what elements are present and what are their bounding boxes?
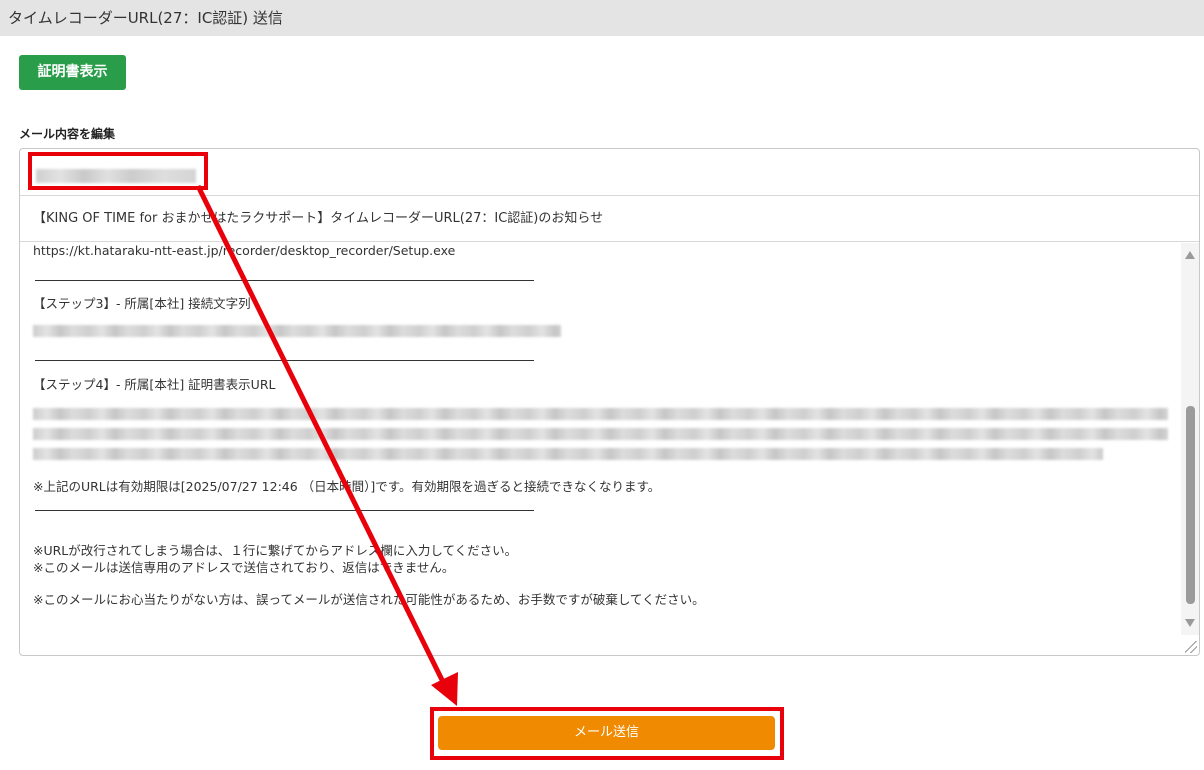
certificate-url-redacted — [33, 408, 1168, 420]
mail-editor: 【KING OF TIME for おまかせはたラクサポート】タイムレコーダーU… — [19, 148, 1200, 656]
scroll-thumb[interactable] — [1186, 406, 1195, 604]
edit-mail-label: メール内容を編集 — [19, 127, 116, 141]
separator-line — [35, 360, 534, 361]
resize-handle-icon[interactable] — [1185, 641, 1197, 653]
step3-heading: 【ステップ3】- 所属[本社] 接続文字列 — [33, 296, 251, 311]
subject-field[interactable]: 【KING OF TIME for おまかせはたラクサポート】タイムレコーダーU… — [20, 196, 1199, 242]
note-no-reply: ※このメールは送信専用のアドレスで送信されており、返信はできません。 — [33, 560, 455, 575]
scroll-down-arrow-icon[interactable] — [1185, 619, 1195, 627]
show-certificate-button[interactable]: 証明書表示 — [19, 55, 126, 90]
separator-line — [35, 280, 534, 281]
expiry-note: ※上記のURLは有効期限は[2025/07/27 12:46 （日本時間）]です… — [33, 479, 661, 494]
step4-heading: 【ステップ4】- 所属[本社] 証明書表示URL — [33, 377, 276, 392]
certificate-url-redacted — [33, 428, 1168, 440]
mail-body-textarea[interactable]: https://kt.hataraku-ntt-east.jp/recorder… — [20, 243, 1180, 655]
page-title: タイムレコーダーURL(27：IC認証) 送信 — [0, 0, 1204, 36]
certificate-url-redacted — [33, 448, 1103, 460]
recipient-highlight — [28, 152, 208, 190]
scroll-up-arrow-icon[interactable] — [1185, 251, 1195, 259]
connection-string-redacted — [33, 325, 561, 337]
separator-line — [35, 510, 534, 511]
note-discard: ※このメールにお心当たりがない方は、誤ってメールが送信された可能性があるため、お… — [33, 592, 705, 607]
body-scrollbar[interactable] — [1181, 243, 1199, 635]
setup-url-text: https://kt.hataraku-ntt-east.jp/recorder… — [33, 243, 456, 258]
send-mail-button[interactable]: メール送信 — [438, 716, 775, 750]
